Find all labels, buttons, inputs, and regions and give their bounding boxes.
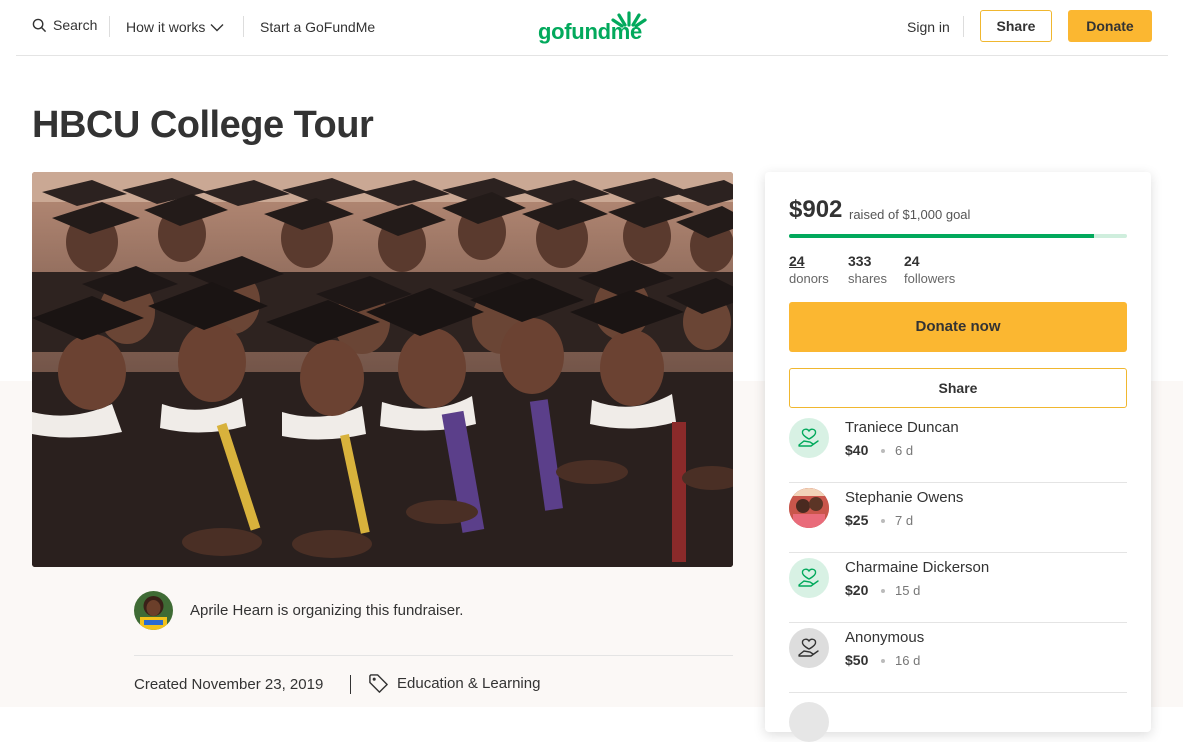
donor-name: Charmaine Dickerson [845,559,990,576]
shares-label: shares [848,271,888,286]
donation-amount: $40 [845,442,869,458]
organizer-avatar[interactable] [134,591,173,630]
donors-label: donors [789,271,829,286]
donor-avatar [789,418,829,458]
chevron-down-icon [210,23,224,31]
donors-stat[interactable]: 24 donors [789,253,829,287]
separator-dot [881,589,885,593]
header-donate-button[interactable]: Donate [1068,10,1152,42]
nav-divider [243,16,244,37]
how-it-works-dropdown[interactable]: How it works [126,19,224,35]
header-donate-label: Donate [1086,18,1134,34]
campaign-title: HBCU College Tour [32,104,374,146]
donors-count: 24 [789,253,805,269]
raised-goal-text: raised of $1,000 goal [849,207,971,222]
progress-bar-fill [789,234,1094,238]
donor-avatar [789,702,829,742]
tag-icon [369,674,388,693]
sidebar-share-label: Share [938,380,978,396]
nav-divider [963,16,964,37]
progress-bar [789,234,1127,238]
top-header: Search How it works Start a GoFundMe gof… [16,0,1168,56]
donor-name: Traniece Duncan [845,419,959,436]
sign-in-label: Sign in [907,19,950,35]
category-link[interactable]: Education & Learning [368,673,540,694]
heart-hand-icon [798,568,819,587]
category-label: Education & Learning [397,675,541,692]
organizer-row: Aprile Hearn is organizing this fundrais… [134,591,733,631]
meta-divider [134,655,733,656]
search-link[interactable]: Search [32,17,97,33]
donor-avatar [789,628,829,668]
donation-time: 16 d [895,653,921,668]
donor-photo [789,488,829,528]
donor-avatar [789,488,829,528]
how-it-works-label: How it works [126,19,206,35]
donation-item: Traniece Duncan $40 6 d [789,412,1127,483]
donation-item: Anonymous $50 16 d [789,622,1127,693]
donation-amount: $25 [845,512,869,528]
donation-time: 15 d [895,583,921,598]
donation-time: 7 d [895,513,914,528]
heart-hand-icon [798,638,819,657]
campaign-hero-image [32,172,733,567]
search-label: Search [53,17,98,33]
donation-amount: $50 [845,652,869,668]
graduates-photo [32,172,733,567]
followers-label: followers [904,271,956,286]
shares-count: 333 [848,253,872,269]
sidebar-share-button[interactable]: Share [789,368,1127,408]
followers-count: 24 [904,253,920,269]
header-share-button[interactable]: Share [980,10,1052,42]
followers-stat: 24 followers [904,253,955,287]
heart-hand-icon [798,428,819,447]
organizer-text: Aprile Hearn is organizing this fundrais… [190,602,464,619]
donation-item: Charmaine Dickerson $20 15 d [789,552,1127,623]
shares-stat: 333 shares [848,253,887,287]
separator-dot [881,659,885,663]
start-gofundme-link[interactable]: Start a GoFundMe [260,19,375,35]
meta-separator [350,675,351,694]
organizer-photo [134,591,173,630]
sign-in-link[interactable]: Sign in [907,19,950,35]
start-gofundme-label: Start a GoFundMe [260,19,376,35]
raised-amount: $902 [789,196,843,223]
nav-divider [109,16,110,37]
donate-now-button[interactable]: Donate now [789,302,1127,352]
logo-sprout-icon [611,11,647,28]
donation-amount: $20 [845,582,869,598]
donor-avatar [789,558,829,598]
donation-item: Stephanie Owens $25 7 d [789,482,1127,553]
gofundme-logo[interactable]: gofundme [538,10,650,46]
created-date: Created November 23, 2019 [134,676,324,693]
separator-dot [881,449,885,453]
donation-time: 6 d [895,443,914,458]
separator-dot [881,519,885,523]
donor-name: Stephanie Owens [845,489,964,506]
search-icon [32,18,47,32]
donate-now-label: Donate now [915,318,1001,335]
donor-name: Anonymous [845,629,925,646]
header-share-label: Share [996,18,1036,34]
donation-sidebar-card: $902 raised of $1,000 goal 24 donors 333… [765,172,1151,742]
